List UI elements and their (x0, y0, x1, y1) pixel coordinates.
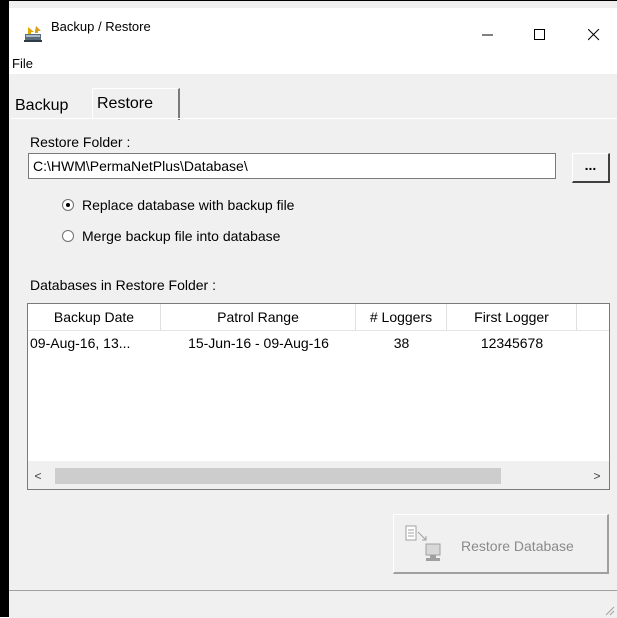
resize-grip-icon[interactable] (603, 604, 615, 616)
title-bar[interactable]: Backup / Restore (9, 8, 617, 52)
close-icon (588, 29, 600, 41)
option-merge[interactable]: Merge backup file into database (62, 226, 280, 246)
radio-selected-dot (66, 203, 70, 207)
menu-bar: File (9, 52, 617, 74)
list-header: Backup Date Patrol Range # Loggers First… (28, 304, 609, 331)
column-backup-date[interactable]: Backup Date (28, 304, 161, 330)
list-item[interactable]: 09-Aug-16, 13... 15-Jun-16 - 09-Aug-16 3… (28, 331, 609, 355)
restore-database-icon (405, 525, 441, 561)
tab-panel-border (11, 118, 617, 119)
scroll-left-icon[interactable]: < (31, 468, 45, 484)
scroll-right-icon[interactable]: > (590, 468, 604, 484)
horizontal-scrollbar[interactable]: < > (28, 461, 609, 489)
column-loggers[interactable]: # Loggers (356, 304, 447, 330)
restore-database-button[interactable]: Restore Database (393, 514, 609, 574)
restore-folder-label: Restore Folder : (30, 134, 131, 150)
option-replace-label: Replace database with backup file (82, 197, 295, 213)
window-title: Backup / Restore (51, 19, 151, 34)
radio-merge[interactable] (62, 230, 74, 242)
maximize-icon (534, 29, 545, 40)
cell-backup-date: 09-Aug-16, 13... (30, 335, 131, 351)
databases-list[interactable]: Backup Date Patrol Range # Loggers First… (27, 303, 610, 490)
restore-database-label: Restore Database (461, 538, 574, 554)
cell-loggers: 38 (393, 335, 410, 351)
tab-restore[interactable]: Restore (92, 88, 180, 120)
close-button[interactable] (571, 20, 617, 50)
option-merge-label: Merge backup file into database (82, 228, 281, 244)
minimize-icon (482, 34, 493, 36)
window-left-edge (0, 0, 9, 617)
column-first-logger[interactable]: First Logger (447, 304, 577, 330)
databases-label: Databases in Restore Folder : (30, 277, 216, 293)
column-patrol-range[interactable]: Patrol Range (161, 304, 356, 330)
cell-patrol-range: 15-Jun-16 - 09-Aug-16 (188, 335, 329, 351)
restore-folder-input[interactable] (28, 153, 556, 179)
menu-file[interactable]: File (12, 56, 33, 71)
option-replace[interactable]: Replace database with backup file (62, 195, 294, 215)
status-bar (9, 590, 617, 618)
backup-app-icon (24, 26, 42, 42)
cell-first-logger: 12345678 (480, 335, 544, 351)
tab-backup[interactable]: Backup (11, 94, 91, 118)
scrollbar-thumb[interactable] (55, 468, 501, 484)
maximize-button[interactable] (517, 20, 563, 50)
minimize-button[interactable] (465, 20, 511, 50)
radio-replace[interactable] (62, 199, 74, 211)
browse-folder-button[interactable]: ... (572, 153, 610, 183)
